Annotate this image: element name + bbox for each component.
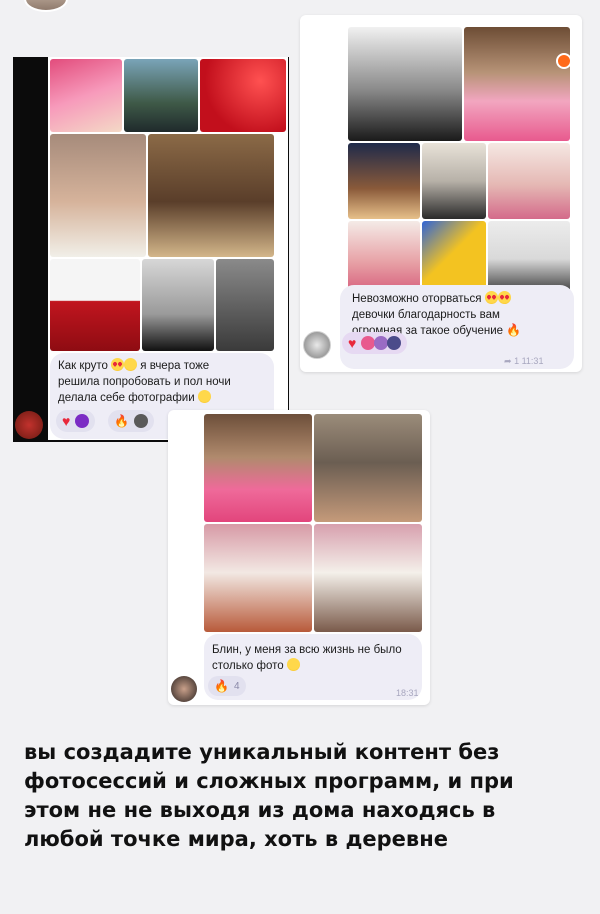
heart-eyes-emoji xyxy=(111,358,125,371)
photo-dog-pink-hat-portrait xyxy=(204,524,312,632)
photo-heart-balloon-portrait xyxy=(50,259,140,351)
chat-screenshot-1: Как круто я вчера тоже решила попробоват… xyxy=(13,57,289,442)
photo-bw-large-portrait xyxy=(348,27,462,141)
sender-avatar xyxy=(171,676,197,702)
reaction-fire[interactable]: 🔥 4 xyxy=(208,676,246,696)
photo-dog-street-portrait xyxy=(314,524,422,632)
sender-avatar xyxy=(15,411,43,439)
heart-icon: ♥ xyxy=(62,413,71,429)
message-time: 18:31 xyxy=(396,688,419,698)
chat-window: Как круто я вчера тоже решила попробоват… xyxy=(48,57,288,440)
sender-avatar xyxy=(303,331,331,359)
zany-emoji xyxy=(286,658,300,671)
smile-emoji xyxy=(124,358,138,371)
story-avatar xyxy=(24,0,68,12)
fire-icon: 🔥 xyxy=(506,323,522,337)
photo-crown-portrait xyxy=(148,134,274,257)
photo-balloons-portrait xyxy=(200,59,286,132)
fire-icon: 🔥 xyxy=(114,414,129,428)
chat-screenshot-2: Невозможно оторваться девочки благодарно… xyxy=(300,15,582,372)
photo-tulips-portrait xyxy=(50,134,146,257)
reaction-badge-icon xyxy=(75,414,90,428)
chat-screenshot-3: Блин, у меня за всю жизнь не было стольк… xyxy=(168,410,430,705)
photo-glasses-portrait xyxy=(142,259,214,351)
reaction-avatar xyxy=(387,336,402,350)
photo-roses-portrait xyxy=(50,59,122,132)
fire-icon: 🔥 xyxy=(214,679,229,693)
message-meta: ➦ 1 11:31 xyxy=(504,356,544,366)
reaction-fire[interactable]: 🔥 xyxy=(108,410,154,432)
photo-pink-jacket-portrait xyxy=(464,27,570,141)
reaction-avatar xyxy=(361,336,376,350)
grin-emoji xyxy=(197,390,211,403)
message-text: Блин, у меня за всю жизнь не было стольк… xyxy=(212,644,402,672)
photo-coffee-portrait xyxy=(422,143,486,219)
message-text: Как круто я вчера тоже решила попробоват… xyxy=(58,358,231,404)
reply-icon: ➦ xyxy=(504,356,512,366)
star-eyes-emoji xyxy=(497,291,511,304)
photo-pink-dress-portrait xyxy=(488,143,570,219)
photo-street-coffee-portrait xyxy=(314,414,422,522)
photo-pink-glasses-portrait xyxy=(204,414,312,522)
reaction-indicator-icon xyxy=(556,53,572,69)
heart-icon: ♥ xyxy=(348,335,357,351)
heart-eyes-emoji xyxy=(484,291,498,304)
reaction-count: 4 xyxy=(233,680,240,692)
story-caption: вы создадите уникальный контент без фото… xyxy=(24,740,514,851)
reaction-avatar xyxy=(133,414,148,428)
reaction-heart[interactable]: ♥ xyxy=(56,410,96,432)
photo-bw-portrait xyxy=(216,259,274,351)
reaction-avatar xyxy=(374,336,389,350)
photo-evening-portrait xyxy=(348,143,420,219)
reaction-heart[interactable]: ♥ xyxy=(342,332,408,354)
photo-mountain-portrait xyxy=(124,59,198,132)
